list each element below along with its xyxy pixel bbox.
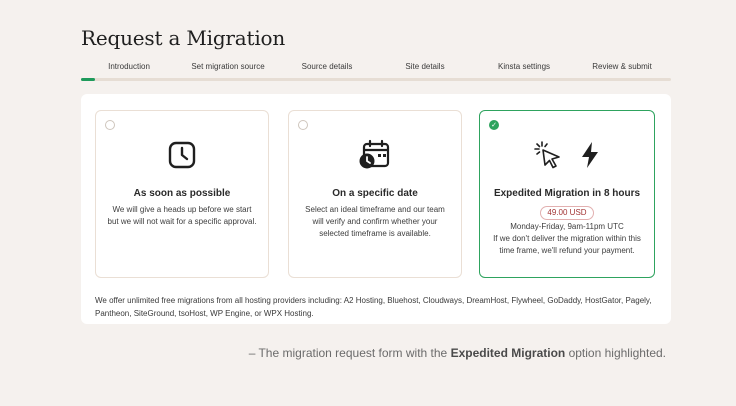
lightning-icon: [579, 141, 601, 174]
option-card-expedited[interactable]: ✓ Expedited Migration in 8 hours 49.00 U…: [479, 110, 655, 278]
check-icon: ✓: [491, 121, 497, 129]
tab-kinsta-settings[interactable]: Kinsta settings: [498, 62, 550, 71]
tab-set-migration-source[interactable]: Set migration source: [191, 62, 264, 71]
caption-prefix: – The migration request form with the: [248, 346, 451, 360]
option-title-asap: As soon as possible: [133, 188, 231, 199]
caption-suffix: option highlighted.: [565, 346, 666, 360]
tab-review-submit[interactable]: Review & submit: [592, 62, 652, 71]
option-title-specific-date: On a specific date: [332, 188, 418, 199]
page-title: Request a Migration: [81, 26, 286, 50]
option-hours-expedited: Monday-Friday, 9am-11pm UTC: [510, 222, 624, 231]
supported-hosts-note: We offer unlimited free migrations from …: [95, 296, 652, 318]
cursor-click-icon: [533, 140, 563, 175]
clock-icon: [167, 140, 197, 175]
option-radio-asap[interactable]: [105, 120, 115, 130]
tab-source-details[interactable]: Source details: [302, 62, 353, 71]
option-description-expedited: If we don't deliver the migration within…: [493, 234, 641, 255]
option-description-specific-date: Select an ideal timeframe and our team w…: [305, 205, 445, 238]
option-card-specific-date[interactable]: On a specific date Select an ideal timef…: [288, 110, 462, 278]
option-card-asap[interactable]: As soon as possible We will give a heads…: [95, 110, 269, 278]
price-badge: 49.00 USD: [540, 206, 594, 220]
option-radio-specific-date[interactable]: [298, 120, 308, 130]
figure-caption: – The migration request form with the Ex…: [249, 346, 666, 360]
option-title-expedited: Expedited Migration in 8 hours: [493, 188, 641, 199]
steps-progress-track: [81, 78, 671, 81]
caption-highlight: Expedited Migration: [450, 346, 566, 360]
migration-options-panel: As soon as possible We will give a heads…: [81, 94, 671, 324]
option-description-asap: We will give a heads up before we start …: [107, 205, 257, 226]
steps-progress-indicator: [81, 78, 95, 81]
option-radio-expedited[interactable]: ✓: [489, 120, 499, 130]
tab-introduction[interactable]: Introduction: [108, 62, 150, 71]
tab-site-details[interactable]: Site details: [405, 62, 444, 71]
calendar-clock-icon: [358, 139, 392, 176]
